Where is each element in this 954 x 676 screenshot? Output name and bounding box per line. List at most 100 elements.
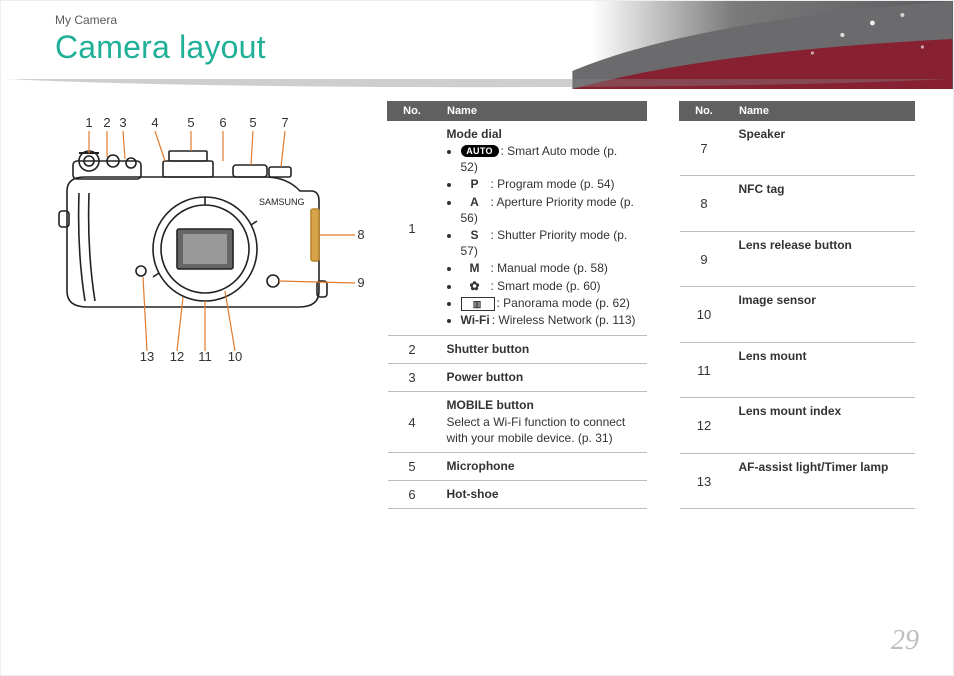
row-no: 5 [388, 453, 437, 481]
manual-icon: M [461, 260, 489, 276]
mode-item: AUTO: Smart Auto mode (p. 52) [461, 143, 637, 175]
row-name: Image sensor [729, 287, 915, 342]
row-name: Speaker [729, 121, 915, 176]
mode-list: AUTO: Smart Auto mode (p. 52)P: Program … [447, 143, 637, 328]
callout-top-1: 1 [80, 115, 98, 130]
callout-bottom-10: 10 [226, 349, 244, 364]
page-title: Camera layout [55, 29, 266, 66]
callout-top-4: 4 [146, 115, 164, 130]
callout-bottom-12: 12 [168, 349, 186, 364]
tables: No. Name 1 Mode dial AUTO: Smart Auto mode… [387, 101, 921, 509]
row-no: 1 [388, 121, 437, 336]
mode-label: : Program mode (p. 54) [491, 177, 615, 191]
mode-item: A: Aperture Priority mode (p. 56) [461, 194, 637, 226]
panorama-icon: ▥ [461, 297, 495, 311]
header-shadow [1, 79, 953, 99]
callout-top-6: 6 [214, 115, 232, 130]
row-no: 6 [388, 481, 437, 509]
table-row: 2 Shutter button [388, 336, 647, 364]
callout-top-5a: 5 [182, 115, 200, 130]
mode-item: Wi-Fi: Wireless Network (p. 113) [461, 312, 637, 328]
parts-table-2: No. Name 7 Speaker 8 NFC tag 9 Lens release b… [679, 101, 915, 509]
row-title: AF-assist light/Timer lamp [739, 460, 905, 474]
mode-item: M: Manual mode (p. 58) [461, 260, 637, 276]
table-row: 13 AF-assist light/Timer lamp [680, 453, 915, 509]
mode-item: ▥: Panorama mode (p. 62) [461, 295, 637, 311]
th-no: No. [388, 102, 437, 121]
row-title: Microphone [447, 459, 637, 473]
shutter-icon: S [461, 227, 489, 243]
row-title: NFC tag [739, 182, 905, 196]
row-name: Lens mount [729, 342, 915, 397]
mode-label: : Wireless Network (p. 113) [492, 313, 636, 327]
callout-top-5b: 5 [244, 115, 262, 130]
table-row: 6 Hot-shoe [388, 481, 647, 509]
row-title: Speaker [739, 127, 905, 141]
camera-diagram: SAMSUNG [55, 101, 355, 361]
row-no: 3 [388, 364, 437, 392]
th-name: Name [729, 102, 915, 121]
row-title: Power button [447, 370, 637, 384]
row-no: 2 [388, 336, 437, 364]
table-row: 4 MOBILE button Select a Wi-Fi function to… [388, 392, 647, 453]
row-title: MOBILE button [447, 398, 637, 412]
table-row: 1 Mode dial AUTO: Smart Auto mode (p. 52)P… [388, 121, 647, 336]
row-title: Lens release button [739, 238, 905, 252]
row-name: MOBILE button Select a Wi-Fi function to … [437, 392, 647, 453]
row-name: Microphone [437, 453, 647, 481]
mode-label: : Panorama mode (p. 62) [497, 296, 630, 310]
row-name: Lens mount index [729, 398, 915, 453]
auto-icon: AUTO [461, 145, 499, 157]
table-row: 3 Power button [388, 364, 647, 392]
table-row: 9 Lens release button [680, 231, 915, 286]
row-no: 11 [680, 342, 729, 397]
mode-item: S: Shutter Priority mode (p. 57) [461, 227, 637, 259]
mode-item: P: Program mode (p. 54) [461, 176, 637, 192]
row-title: Hot-shoe [447, 487, 637, 501]
row-no: 10 [680, 287, 729, 342]
row-no: 13 [680, 453, 729, 509]
camera-illustration-icon: SAMSUNG [55, 131, 355, 351]
row-name: Shutter button [437, 336, 647, 364]
row-title: Shutter button [447, 342, 637, 356]
mode-label: : Manual mode (p. 58) [491, 261, 608, 275]
th-no: No. [680, 102, 729, 121]
th-name: Name [437, 102, 647, 121]
callout-top-7: 7 [276, 115, 294, 130]
aperture-icon: A [461, 194, 489, 210]
callout-right-8: 8 [352, 227, 370, 242]
page: My Camera Camera layout [0, 0, 954, 676]
row-title: Mode dial [447, 127, 637, 141]
parts-table-1: No. Name 1 Mode dial AUTO: Smart Auto mode… [387, 101, 647, 509]
row-name: Hot-shoe [437, 481, 647, 509]
row-title: Image sensor [739, 293, 905, 307]
row-no: 4 [388, 392, 437, 453]
row-name: Lens release button [729, 231, 915, 286]
row-title: Lens mount [739, 349, 905, 363]
svg-text:SAMSUNG: SAMSUNG [259, 197, 305, 207]
callout-right-9: 9 [352, 275, 370, 290]
content: SAMSUNG [55, 101, 921, 509]
callout-bottom-13: 13 [138, 349, 156, 364]
mode-label: : Smart mode (p. 60) [491, 279, 601, 293]
row-name: Mode dial AUTO: Smart Auto mode (p. 52)P:… [437, 121, 647, 336]
row-title: Lens mount index [739, 404, 905, 418]
row-no: 8 [680, 176, 729, 231]
smart-icon: ✿ [461, 278, 489, 294]
table-row: 12Lens mount index [680, 398, 915, 453]
row-name: NFC tag [729, 176, 915, 231]
table-row: 5 Microphone [388, 453, 647, 481]
table-row: 10 Image sensor [680, 287, 915, 342]
row-subtext: Select a Wi-Fi function to connect with … [447, 414, 637, 446]
wifi-icon: Wi-Fi [461, 312, 490, 328]
callout-bottom-11: 11 [196, 349, 214, 364]
program-icon: P [461, 176, 489, 192]
chapter-label: My Camera [55, 13, 117, 27]
row-name: Power button [437, 364, 647, 392]
row-no: 7 [680, 121, 729, 176]
row-no: 9 [680, 231, 729, 286]
mode-item: ✿: Smart mode (p. 60) [461, 278, 637, 294]
row-name: AF-assist light/Timer lamp [729, 453, 915, 509]
page-number: 29 [891, 625, 919, 657]
callout-top-3: 3 [114, 115, 132, 130]
